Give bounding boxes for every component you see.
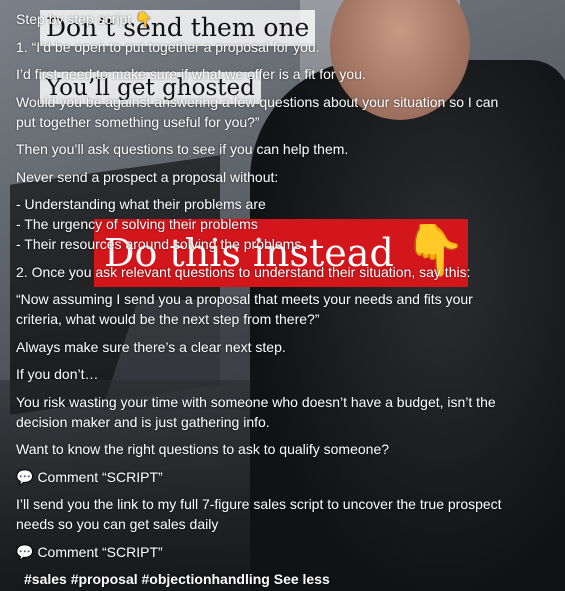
caption-line: Want to know the right questions to ask … — [16, 441, 390, 457]
caption-line: Would you be against answering a few que… — [16, 94, 499, 110]
caption-line: Step by step script 👇 — [16, 9, 153, 29]
caption-line: - The urgency of solving their problems — [16, 216, 258, 232]
caption-line: I’ll send you the link to my full 7-figu… — [16, 496, 502, 512]
caption-line: 2. Once you ask relevant questions to un… — [16, 264, 471, 280]
caption-line: If you don’t… — [16, 366, 99, 382]
caption-line-text: Step by step script — [16, 11, 132, 27]
caption-footer: #sales #proposal #objectionhandling See … — [24, 569, 330, 589]
caption-line: I’d first need to make sure if what we o… — [16, 66, 366, 82]
caption-line: decision maker and is just gathering inf… — [16, 414, 270, 430]
caption-line: You risk wasting your time with someone … — [16, 394, 496, 410]
caption-line: Then you’ll ask questions to see if you … — [16, 141, 349, 157]
caption-line: criteria, what would be the next step fr… — [16, 311, 320, 327]
speech-bubble-icon: 💬 — [16, 469, 34, 485]
caption-line: Never send a prospect a proposal without… — [16, 169, 279, 185]
caption-line: Always make sure there’s a clear next st… — [16, 339, 286, 355]
hashtags-link[interactable]: #sales #proposal #objectionhandling — [24, 571, 270, 587]
speech-bubble-icon: 💬 — [16, 544, 34, 560]
caption-line: put together something useful for you?” — [16, 114, 260, 130]
pointing-down-hand-icon: 👇 — [135, 11, 153, 27]
caption-line: 💬 Comment “SCRIPT” — [16, 467, 163, 487]
caption-line: needs so you can get sales daily — [16, 516, 219, 532]
caption-line: 1. “I’d be open to put together a propos… — [16, 39, 320, 55]
caption-line: - Understanding what their problems are — [16, 196, 266, 212]
caption-line-text: Comment “SCRIPT” — [37, 469, 163, 485]
caption-line: - Their resources around solving the pro… — [16, 236, 302, 252]
caption-line: 💬 Comment “SCRIPT” — [16, 542, 163, 562]
caption-line-text: Comment “SCRIPT” — [37, 544, 163, 560]
see-less-button[interactable]: See less — [274, 571, 330, 587]
caption-line: “Now assuming I send you a proposal that… — [16, 291, 473, 307]
